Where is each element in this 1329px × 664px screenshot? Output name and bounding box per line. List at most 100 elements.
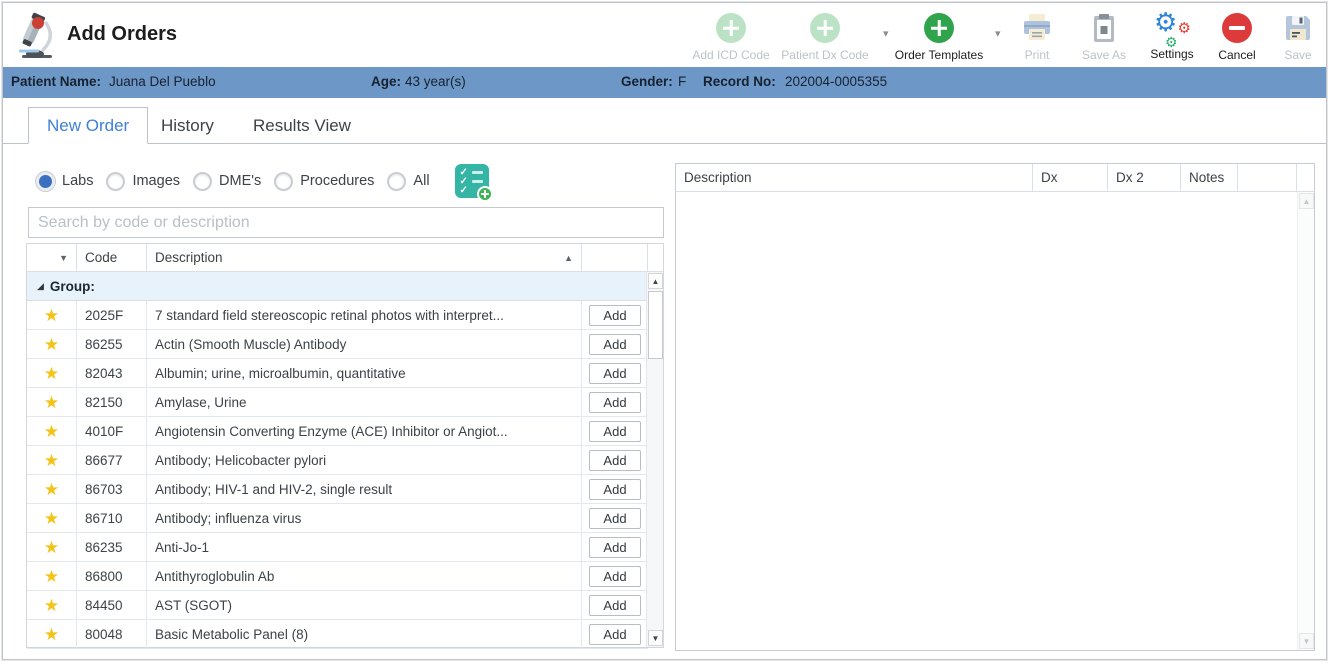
favorite-star-icon[interactable]: ★ bbox=[44, 481, 59, 498]
cancel-button[interactable]: Cancel bbox=[1210, 13, 1264, 62]
add-order-button[interactable]: Add bbox=[589, 362, 641, 384]
save-button[interactable]: Save bbox=[1275, 13, 1321, 62]
lab-order-row: ★ 86800 Antithyroglobulin Ab Add bbox=[27, 562, 648, 591]
code-column-header[interactable]: Code bbox=[77, 244, 147, 271]
favorite-cell[interactable]: ★ bbox=[27, 330, 77, 358]
add-cell: Add bbox=[582, 620, 648, 648]
orders-panel-scrollbar[interactable]: ▲ ▼ bbox=[1297, 192, 1314, 650]
favorite-star-icon[interactable]: ★ bbox=[44, 597, 59, 614]
scroll-up-button[interactable]: ▲ bbox=[1299, 193, 1314, 209]
scrollbar-thumb[interactable] bbox=[648, 291, 663, 359]
lab-table-scrollbar[interactable]: ▲ ▼ bbox=[646, 272, 663, 647]
sort-asc-icon: ▲ bbox=[564, 252, 573, 263]
patient-name-label: Patient Name: bbox=[11, 74, 102, 89]
favorite-cell[interactable]: ★ bbox=[27, 533, 77, 561]
favorite-cell[interactable]: ★ bbox=[27, 475, 77, 503]
scroll-down-button[interactable]: ▼ bbox=[648, 630, 663, 646]
print-button[interactable]: Print bbox=[1011, 13, 1063, 62]
radio-icon bbox=[106, 171, 126, 191]
favorite-star-icon[interactable]: ★ bbox=[44, 510, 59, 527]
favorite-star-icon[interactable]: ★ bbox=[44, 626, 59, 643]
favorite-star-icon[interactable]: ★ bbox=[44, 336, 59, 353]
dx-column-header[interactable]: Dx bbox=[1033, 164, 1108, 191]
radio-icon bbox=[36, 171, 55, 191]
scroll-down-button[interactable]: ▼ bbox=[1299, 633, 1314, 649]
favorite-cell[interactable]: ★ bbox=[27, 359, 77, 387]
add-order-button[interactable]: Add bbox=[589, 536, 641, 558]
lab-order-row: ★ 2025F 7 standard field stereoscopic re… bbox=[27, 301, 648, 330]
search-input[interactable] bbox=[28, 207, 664, 238]
favorite-star-icon[interactable]: ★ bbox=[44, 365, 59, 382]
dx2-column-header[interactable]: Dx 2 bbox=[1108, 164, 1181, 191]
lab-order-row: ★ 84450 AST (SGOT) Add bbox=[27, 591, 648, 620]
favorite-cell[interactable]: ★ bbox=[27, 504, 77, 532]
add-order-button[interactable]: Add bbox=[589, 420, 641, 442]
microscope-icon bbox=[19, 12, 53, 58]
collapse-triangle-icon[interactable]: ◢ bbox=[37, 281, 44, 292]
favorite-column-header[interactable]: ▼ bbox=[27, 244, 77, 271]
favorite-star-icon[interactable]: ★ bbox=[44, 394, 59, 411]
description-column-header[interactable]: Description bbox=[676, 164, 1033, 191]
radio-all[interactable]: All bbox=[387, 171, 430, 191]
favorite-cell[interactable]: ★ bbox=[27, 417, 77, 445]
lab-order-row: ★ 86255 Actin (Smooth Muscle) Antibody A… bbox=[27, 330, 648, 359]
description-cell: Basic Metabolic Panel (8) bbox=[147, 620, 582, 648]
notes-column-header[interactable]: Notes bbox=[1181, 164, 1238, 191]
favorite-cell[interactable]: ★ bbox=[27, 446, 77, 474]
add-order-button[interactable]: Add bbox=[589, 507, 641, 529]
radio-images[interactable]: Images bbox=[106, 171, 180, 191]
code-cell: 86677 bbox=[77, 446, 147, 474]
patient-age-label: Age: bbox=[371, 74, 401, 89]
add-order-button[interactable]: Add bbox=[589, 478, 641, 500]
add-cell: Add bbox=[582, 359, 648, 387]
add-order-button[interactable]: Add bbox=[589, 565, 641, 587]
patient-dx-code-button[interactable]: Patient Dx Code bbox=[773, 13, 877, 62]
radio-dmes[interactable]: DME's bbox=[193, 171, 261, 191]
description-cell: Actin (Smooth Muscle) Antibody bbox=[147, 330, 582, 358]
add-order-button[interactable]: Add bbox=[589, 449, 641, 471]
order-set-checklist-button[interactable]: ✓ ✓ ✓ bbox=[454, 164, 493, 202]
add-cell: Add bbox=[582, 533, 648, 561]
favorite-star-icon[interactable]: ★ bbox=[44, 307, 59, 324]
add-order-button[interactable]: Add bbox=[589, 391, 641, 413]
add-order-button[interactable]: Add bbox=[589, 333, 641, 355]
filter-dropdown-icon[interactable]: ▼ bbox=[59, 253, 68, 263]
favorite-star-icon[interactable]: ★ bbox=[44, 568, 59, 585]
settings-button[interactable]: ⚙ ⚙ ⚙ Settings bbox=[1143, 9, 1201, 61]
order-templates-button[interactable]: Order Templates bbox=[887, 13, 991, 62]
favorite-star-icon[interactable]: ★ bbox=[44, 452, 59, 469]
radio-procedures[interactable]: Procedures bbox=[274, 171, 374, 191]
favorite-star-icon[interactable]: ★ bbox=[44, 539, 59, 556]
radio-labs[interactable]: Labs bbox=[36, 171, 93, 191]
code-cell: 84450 bbox=[77, 591, 147, 619]
tab-results-view[interactable]: Results View bbox=[235, 107, 369, 144]
add-order-button[interactable]: Add bbox=[589, 594, 641, 616]
favorite-cell[interactable]: ★ bbox=[27, 388, 77, 416]
add-cell: Add bbox=[582, 388, 648, 416]
tab-new-order[interactable]: New Order bbox=[28, 107, 149, 144]
order-templates-dropdown-icon[interactable]: ▾ bbox=[995, 27, 1001, 40]
favorite-cell[interactable]: ★ bbox=[27, 301, 77, 329]
page-title: Add Orders bbox=[67, 23, 178, 45]
favorite-star-icon[interactable]: ★ bbox=[44, 423, 59, 440]
scroll-up-button[interactable]: ▲ bbox=[648, 273, 663, 289]
add-icd-code-button[interactable]: Add ICD Code bbox=[685, 13, 777, 62]
favorite-cell[interactable]: ★ bbox=[27, 591, 77, 619]
floppy-disk-icon bbox=[1286, 16, 1310, 40]
favorite-cell[interactable]: ★ bbox=[27, 562, 77, 590]
code-cell: 86710 bbox=[77, 504, 147, 532]
add-order-button[interactable]: Add bbox=[589, 304, 641, 326]
description-cell: Albumin; urine, microalbumin, quantitati… bbox=[147, 359, 582, 387]
group-row[interactable]: ◢ Group: bbox=[27, 272, 648, 301]
add-cell: Add bbox=[582, 417, 648, 445]
save-as-button[interactable]: Save As bbox=[1073, 13, 1135, 62]
actions-column-header bbox=[582, 244, 648, 271]
add-order-button[interactable]: Add bbox=[589, 623, 641, 645]
description-cell: AST (SGOT) bbox=[147, 591, 582, 619]
tab-history[interactable]: History bbox=[143, 107, 232, 144]
description-column-header[interactable]: Description ▲ bbox=[147, 244, 582, 271]
favorite-cell[interactable]: ★ bbox=[27, 620, 77, 648]
description-cell: Amylase, Urine bbox=[147, 388, 582, 416]
plus-circle-icon bbox=[810, 13, 840, 43]
code-cell: 2025F bbox=[77, 301, 147, 329]
